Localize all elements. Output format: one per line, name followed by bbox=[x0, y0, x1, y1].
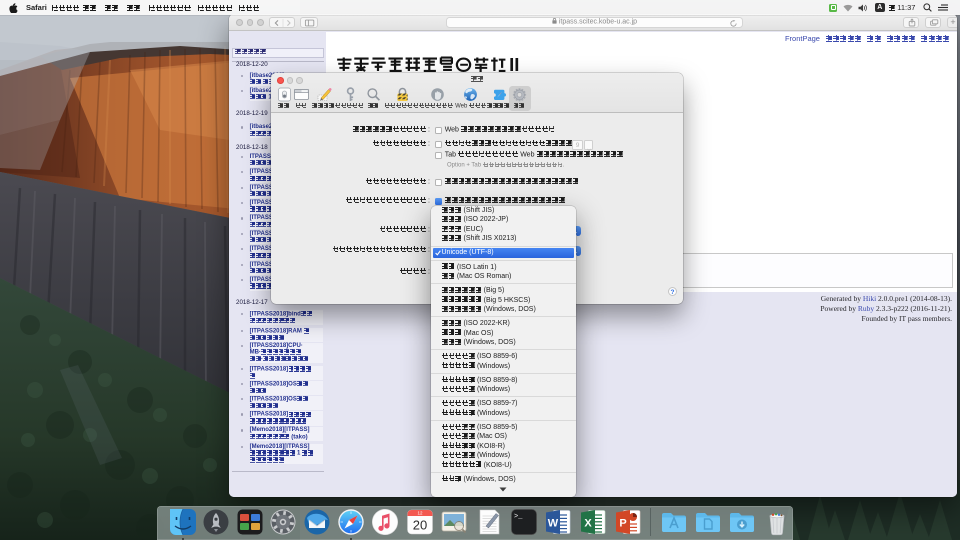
svg-text:II: II bbox=[509, 56, 519, 73]
svg-text:20: 20 bbox=[412, 518, 426, 533]
svg-text:X: X bbox=[584, 518, 592, 530]
svg-text:P: P bbox=[619, 518, 626, 530]
svg-text:>_: >_ bbox=[514, 513, 523, 521]
svg-text:12: 12 bbox=[417, 511, 423, 516]
svg-text:W: W bbox=[548, 518, 559, 530]
